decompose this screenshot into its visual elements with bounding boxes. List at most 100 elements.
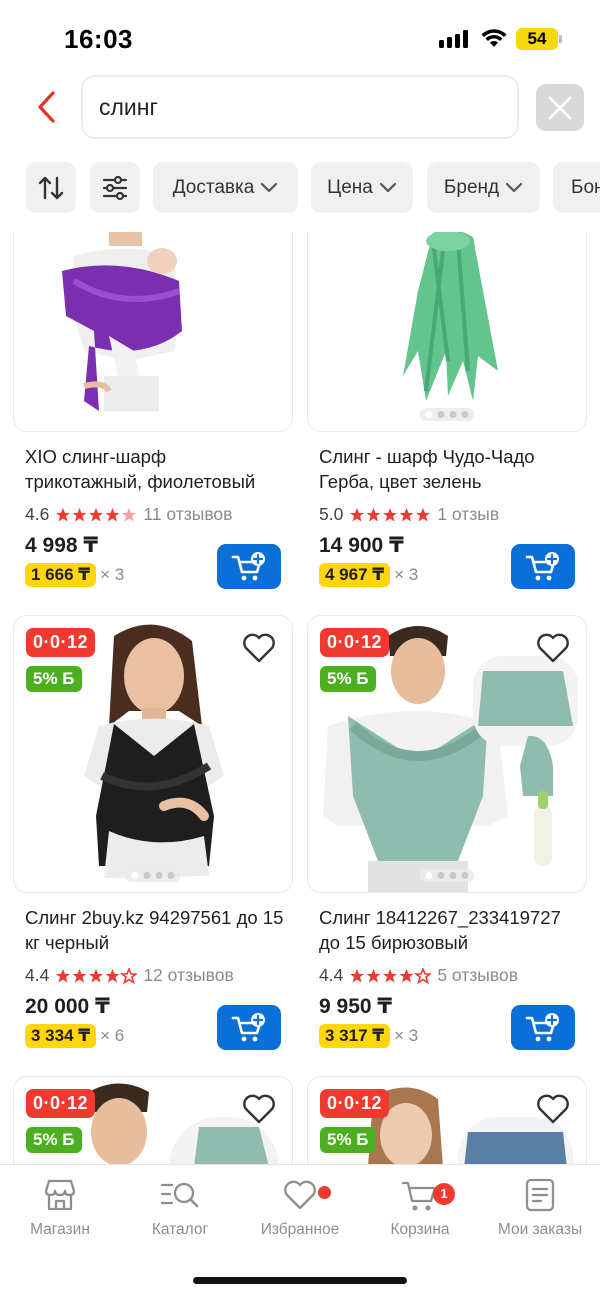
installment-row: 1 666 ₸ × 3: [25, 563, 124, 587]
add-to-cart-button[interactable]: [511, 1005, 575, 1050]
rating-row: 5.0 1 отзыв: [319, 504, 499, 525]
product-price: 14 900 ₸: [319, 534, 404, 557]
installment-row: 4 967 ₸ × 3: [319, 563, 418, 587]
product-title[interactable]: Слинг - шарф Чудо-Чадо Герба, цвет зелен…: [319, 444, 581, 494]
review-count[interactable]: 11 отзывов: [143, 504, 232, 525]
bonus-badge: 5% Б: [26, 666, 82, 692]
filter-settings-button[interactable]: [90, 162, 140, 213]
star-rating-icon: [55, 967, 138, 984]
installment-row: 3 317 ₸ × 3: [319, 1024, 418, 1048]
filter-brand-label: Бренд: [443, 176, 500, 198]
installment-price: 1 666 ₸: [25, 563, 97, 587]
notification-dot: [318, 1186, 331, 1199]
product-image[interactable]: 0·0·12 5% Б: [13, 1076, 293, 1164]
heart-icon[interactable]: [536, 632, 570, 664]
nav-cart[interactable]: 1 Корзина: [360, 1177, 480, 1239]
product-image[interactable]: 0·0·12 5% Б: [307, 1076, 587, 1164]
add-to-cart-icon: [231, 551, 265, 580]
wifi-icon: [481, 29, 507, 47]
nav-store-label: Магазин: [30, 1221, 90, 1238]
nav-catalog-label: Каталог: [151, 1221, 209, 1238]
product-image[interactable]: 0·0·12 5% Б: [13, 615, 293, 893]
store-icon: [44, 1179, 76, 1211]
heart-icon[interactable]: [242, 632, 276, 664]
installment-multiplier: × 3: [394, 565, 419, 584]
sort-button[interactable]: [26, 162, 76, 213]
heart-icon[interactable]: [242, 1093, 276, 1125]
rating-row: 4.6 11 отзывов: [25, 504, 232, 525]
installment-price: 3 317 ₸: [319, 1024, 391, 1048]
product-price: 20 000 ₸: [25, 995, 110, 1018]
nav-favorites[interactable]: Избранное: [240, 1177, 360, 1239]
star-rating-icon: [55, 507, 137, 523]
nav-catalog[interactable]: Каталог: [120, 1177, 240, 1239]
battery-nub: [559, 35, 562, 43]
filter-bonus[interactable]: Бон: [553, 162, 600, 213]
filter-price[interactable]: Цена: [311, 162, 413, 213]
woman-purple-sling-photo: [14, 232, 292, 431]
image-pager-dots: [419, 408, 475, 421]
product-image[interactable]: 0·0·12 5% Б: [307, 615, 587, 893]
filter-brand[interactable]: Бренд: [427, 162, 540, 213]
installment-row: 3 334 ₸ × 6: [25, 1024, 124, 1048]
review-count[interactable]: 5 отзывов: [437, 965, 518, 986]
heart-icon[interactable]: [536, 1093, 570, 1125]
bonus-badge: 5% Б: [320, 1127, 376, 1153]
installment-price: 3 334 ₸: [25, 1024, 97, 1048]
filter-delivery[interactable]: Доставка: [153, 162, 298, 213]
promo-badge: 0·0·12: [26, 1089, 96, 1118]
review-count[interactable]: 1 отзыв: [437, 504, 499, 525]
nav-favorites-label: Избранное: [260, 1221, 340, 1238]
add-to-cart-icon: [525, 1012, 559, 1041]
add-to-cart-button[interactable]: [217, 1005, 281, 1050]
rating-value: 4.6: [25, 504, 50, 524]
promo-badge: 0·0·12: [320, 1089, 390, 1118]
status-time: 16:03: [64, 24, 133, 54]
installment-multiplier: × 3: [100, 565, 125, 584]
installment-price: 4 967 ₸: [319, 563, 391, 587]
product-image[interactable]: [13, 232, 293, 432]
cart-count-badge: 1: [433, 1183, 455, 1205]
back-button[interactable]: [26, 84, 66, 130]
add-to-cart-button[interactable]: [217, 544, 281, 589]
chevron-down-icon: [505, 182, 523, 192]
image-pager-dots: [419, 869, 475, 882]
product-title[interactable]: Слинг 2buy.kz 94297561 до 15 кг черный: [25, 905, 287, 955]
product-title[interactable]: XIO слинг-шарф трикотажный, фиолетовый: [25, 444, 287, 494]
promo-badge: 0·0·12: [320, 628, 390, 657]
status-bar: 16:03 54: [0, 0, 600, 76]
product-title[interactable]: Слинг 18412267_233419727 до 15 бирюзовый: [319, 905, 581, 955]
home-indicator: [193, 1277, 407, 1284]
green-scarf-sling-photo: [308, 232, 586, 431]
add-to-cart-icon: [525, 551, 559, 580]
filter-bar: Доставка Цена Бренд Бон: [0, 162, 600, 214]
chevron-down-icon: [261, 182, 278, 192]
promo-badge: 0·0·12: [26, 628, 96, 657]
bonus-badge: 5% Б: [26, 1127, 82, 1153]
product-price: 9 950 ₸: [319, 995, 392, 1018]
clear-search-button[interactable]: [536, 84, 584, 131]
chevron-down-icon: [379, 182, 396, 192]
orders-icon: [525, 1178, 555, 1212]
review-count[interactable]: 12 отзывов: [143, 965, 233, 986]
installment-multiplier: × 3: [394, 1026, 419, 1045]
filter-delivery-label: Доставка: [172, 176, 255, 198]
filter-bonus-label: Бон: [571, 176, 600, 198]
nav-cart-label: Корзина: [390, 1221, 450, 1238]
chevron-left-icon: [38, 91, 55, 123]
add-to-cart-button[interactable]: [511, 544, 575, 589]
search-field[interactable]: [81, 75, 519, 139]
product-image[interactable]: [307, 232, 587, 432]
product-grid: XIO слинг-шарф трикотажный, фиолетовый 4…: [0, 232, 600, 1164]
nav-store[interactable]: Магазин: [0, 1177, 120, 1239]
heart-icon: [284, 1180, 316, 1210]
search-input[interactable]: [99, 93, 517, 121]
nav-orders[interactable]: Мои заказы: [480, 1177, 600, 1239]
product-price: 4 998 ₸: [25, 534, 98, 557]
rating-value: 5.0: [319, 504, 344, 524]
add-to-cart-icon: [231, 1012, 265, 1041]
rating-row: 4.4 5 отзывов: [319, 965, 518, 986]
close-icon: [548, 96, 572, 119]
nav-orders-label: Мои заказы: [497, 1221, 583, 1238]
star-rating-icon: [349, 967, 432, 984]
